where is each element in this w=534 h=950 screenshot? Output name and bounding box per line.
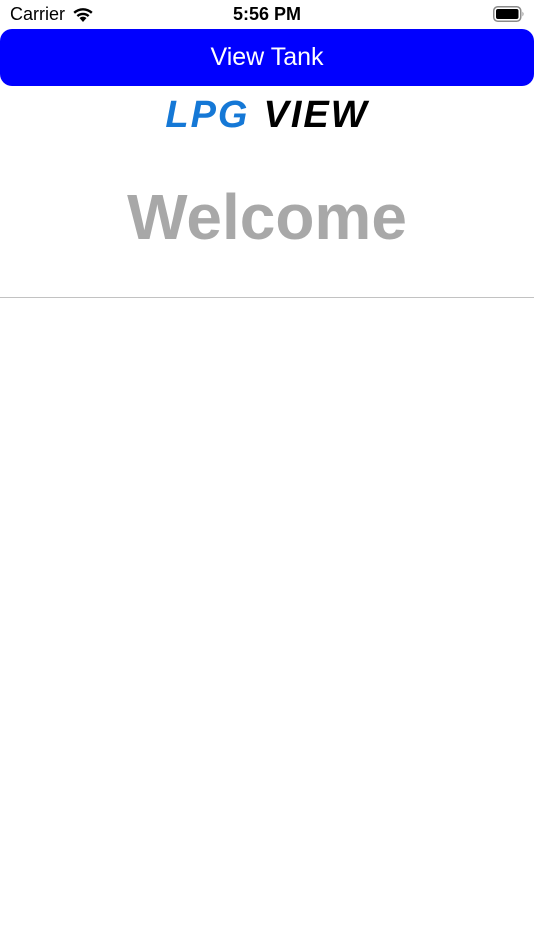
logo-lpg-text: LPG xyxy=(165,94,250,136)
battery-icon xyxy=(493,6,525,22)
welcome-heading: Welcome xyxy=(127,181,407,253)
view-tank-button[interactable]: View Tank xyxy=(0,29,534,86)
divider xyxy=(0,297,534,298)
app-screen: Carrier 5:56 PM View Tank LPG VIEW Welcom… xyxy=(0,0,534,950)
app-logo: LPG VIEW xyxy=(0,94,534,137)
status-bar: Carrier 5:56 PM xyxy=(0,0,534,28)
logo-view-text: VIEW xyxy=(263,94,369,136)
status-time: 5:56 PM xyxy=(232,4,302,24)
